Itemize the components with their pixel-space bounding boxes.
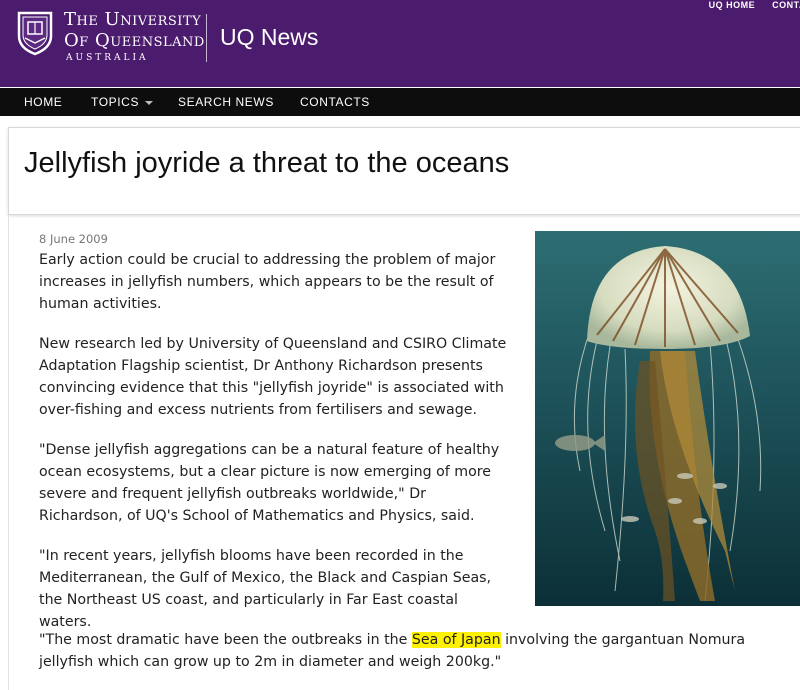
uq-crest-icon[interactable]: [15, 10, 55, 56]
nav-home[interactable]: HOME: [24, 88, 62, 116]
logo-divider: [206, 14, 207, 62]
article-paragraph-4: "In recent years, jellyfish blooms have …: [39, 548, 492, 630]
nav-search-news[interactable]: SEARCH NEWS: [178, 88, 274, 116]
article-paragraph-2: New research led by University of Queens…: [39, 336, 507, 418]
site-title[interactable]: UQ News: [220, 24, 318, 51]
jellyfish-photo: [535, 231, 800, 606]
main-nav: HOME TOPICS SEARCH NEWS CONTACTS: [0, 88, 800, 116]
article-paragraph-1: Early action could be crucial to address…: [39, 252, 496, 312]
article-paragraph-5: "The most dramatic have been the outbrea…: [39, 629, 799, 673]
university-country: AUSTRALIA: [66, 53, 149, 63]
highlighted-text: Sea of Japan: [411, 632, 501, 648]
chevron-down-icon: [145, 100, 154, 105]
site-header: The University Of Queensland AUSTRALIA U…: [0, 0, 800, 87]
paragraph-5-text-before: "The most dramatic have been the outbrea…: [39, 632, 412, 648]
nav-contacts[interactable]: CONTACTS: [300, 88, 370, 116]
article-title: Jellyfish joyride a threat to the oceans: [24, 147, 510, 179]
university-name-line1: The University: [64, 9, 202, 30]
article-date: 8 June 2009: [39, 232, 108, 246]
university-wordmark[interactable]: The University Of Queensland AUSTRALIA: [64, 10, 205, 64]
uq-home-link[interactable]: UQ HOME: [709, 0, 756, 10]
utility-links: UQ HOME CONTA: [695, 0, 800, 10]
contact-link[interactable]: CONTA: [772, 0, 800, 10]
article-paragraph-3: "Dense jellyfish aggregations can be a n…: [39, 442, 500, 524]
nav-topics[interactable]: TOPICS: [91, 88, 154, 116]
nav-topics-label: TOPICS: [91, 95, 140, 109]
university-name-line2: Of Queensland: [64, 30, 205, 51]
